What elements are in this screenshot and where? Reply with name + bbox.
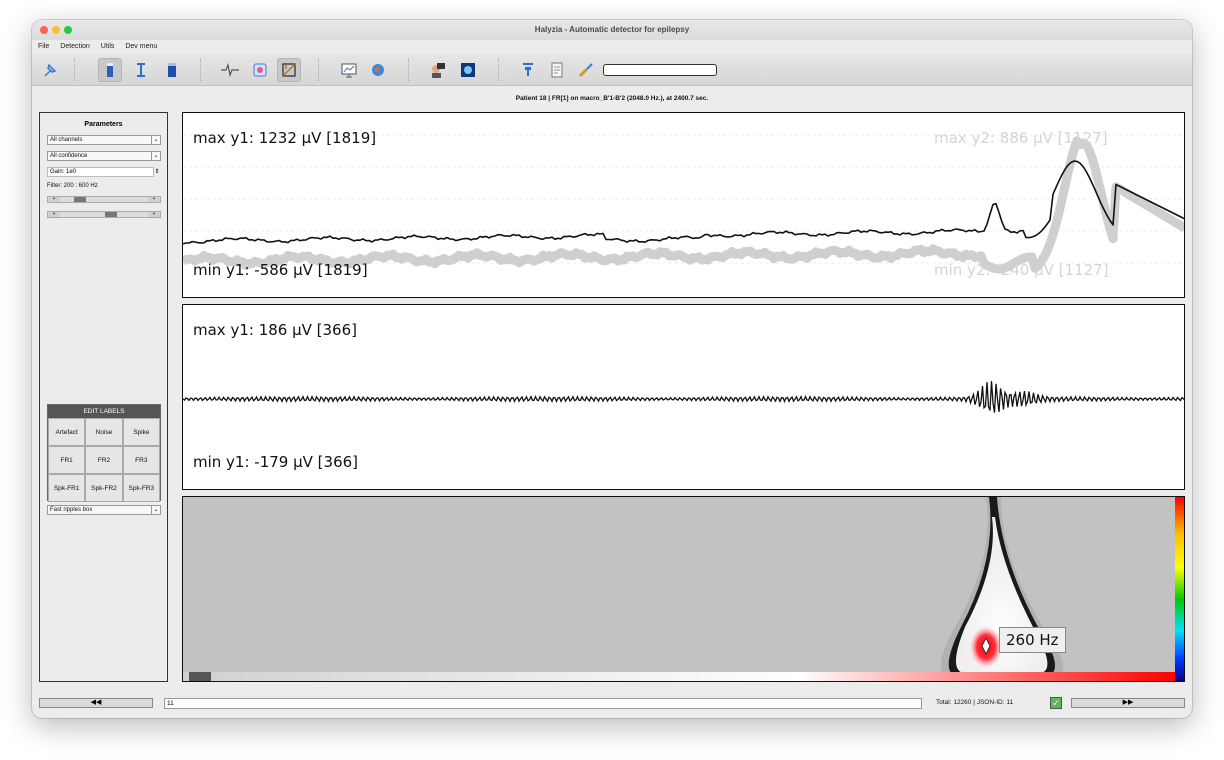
trace-filtered: [183, 381, 1184, 413]
next-button[interactable]: ▶▶: [1071, 698, 1185, 708]
chart-icon[interactable]: [337, 58, 361, 82]
parameters-panel: Parameters All channels ⌄ All confidence…: [39, 112, 168, 682]
gain-stepper-icon[interactable]: ⇕: [153, 167, 161, 177]
single-channel-icon[interactable]: [98, 58, 122, 82]
min-y2-label: min y2: -240 µV [1127]: [934, 261, 1109, 279]
box-type-select[interactable]: Fast ripples box ⌄: [47, 505, 161, 515]
info-line: Patient 18 | FR[1] on macro_B'1-B'2 (204…: [515, 95, 709, 102]
event-id-input[interactable]: 11: [164, 698, 922, 709]
trace-y2: [183, 136, 1184, 274]
cursor-icon[interactable]: [129, 58, 153, 82]
label-artefact-button[interactable]: Artefact: [48, 418, 86, 446]
menu-utils[interactable]: Utils: [95, 40, 118, 50]
menu-bar: File Detection Utils Dev menu: [32, 40, 1192, 54]
trace-y1: [183, 160, 1184, 245]
totals-text: Total: 12260 | JSON-ID: 11: [936, 699, 1014, 706]
label-fr1-button[interactable]: FR1: [48, 446, 86, 474]
slider-handle[interactable]: [105, 212, 117, 217]
filtered-signal-plot[interactable]: max y1: 186 µV [366] min y1: -179 µV [36…: [182, 304, 1185, 490]
label-fr2-button[interactable]: FR2: [85, 446, 123, 474]
menu-detection[interactable]: Detection: [54, 40, 93, 50]
close-window-button[interactable]: [40, 26, 48, 34]
menu-file[interactable]: File: [32, 40, 52, 50]
progress-bar: [603, 64, 717, 76]
label-spk-fr1-button[interactable]: Spk-FR1: [48, 474, 86, 502]
minimize-window-button[interactable]: [52, 26, 60, 34]
min-y1-label: min y1: -586 µV [1819]: [193, 261, 368, 279]
label-spike-button[interactable]: Spike: [122, 418, 160, 446]
label-noise-button[interactable]: Noise: [85, 418, 123, 446]
parameters-title: Parameters: [84, 121, 123, 128]
confidence-select[interactable]: All confidence ⌄: [47, 151, 161, 161]
globe-icon[interactable]: [366, 58, 390, 82]
raw-signal-plot[interactable]: max y1: 1232 µV [1819] min y1: -586 µV […: [182, 112, 1185, 298]
patient-icon[interactable]: [426, 58, 450, 82]
slider-handle[interactable]: [74, 197, 86, 202]
multi-channel-icon[interactable]: [160, 58, 184, 82]
mri-icon[interactable]: [456, 58, 480, 82]
confidence-value: All confidence: [50, 153, 88, 159]
gain-input[interactable]: Gain: 1e0: [47, 167, 154, 177]
filter-label: Filter: 200 : 600 Hz: [47, 183, 98, 189]
edit-labels-header: EDIT LABELS: [48, 405, 160, 418]
app-window: Halyzia - Automatic detector for epileps…: [32, 20, 1192, 718]
edit-labels-box: EDIT LABELS Artefact Noise Spike FR1 FR2…: [47, 404, 161, 502]
pin-icon[interactable]: [38, 58, 62, 82]
filter-low-slider[interactable]: ▪ ▪: [47, 196, 161, 203]
previous-button[interactable]: ◀◀: [39, 698, 153, 708]
menu-dev[interactable]: Dev menu: [119, 40, 160, 50]
channels-select[interactable]: All channels ⌄: [47, 135, 161, 145]
validate-checkbox[interactable]: ✓: [1050, 697, 1062, 709]
label-spk-fr2-button[interactable]: Spk-FR2: [85, 474, 123, 502]
box-type-value: Fast ripples box: [50, 507, 93, 513]
montage-icon[interactable]: [277, 58, 301, 82]
chevron-down-icon: ⌄: [151, 506, 160, 514]
max-y1-label: max y1: 1232 µV [1819]: [193, 129, 377, 147]
waveform-icon[interactable]: [218, 58, 242, 82]
peak-frequency-label: 260 Hz: [999, 627, 1066, 653]
filtered-max-label: max y1: 186 µV [366]: [193, 321, 357, 339]
window-title: Halyzia - Automatic detector for epileps…: [534, 25, 690, 34]
title-bar: Halyzia - Automatic detector for epileps…: [32, 20, 1192, 40]
toolbar: [32, 54, 1192, 86]
brain-scan-icon[interactable]: [248, 58, 272, 82]
spectrogram-plot[interactable]: 260 Hz: [182, 496, 1185, 682]
channels-value: All channels: [50, 137, 83, 143]
chevron-down-icon: ⌄: [151, 136, 160, 144]
label-fr3-button[interactable]: FR3: [122, 446, 160, 474]
zoom-window-button[interactable]: [64, 26, 72, 34]
brush-icon[interactable]: [574, 58, 598, 82]
label-spk-fr3-button[interactable]: Spk-FR3: [122, 474, 160, 502]
info-icon[interactable]: [516, 58, 540, 82]
chevron-down-icon: ⌄: [151, 152, 160, 160]
document-icon[interactable]: [545, 58, 569, 82]
filtered-min-label: min y1: -179 µV [366]: [193, 453, 359, 471]
max-y2-label: max y2: 886 µV [1127]: [934, 129, 1108, 147]
filter-high-slider[interactable]: ▪ ▪: [47, 211, 161, 218]
